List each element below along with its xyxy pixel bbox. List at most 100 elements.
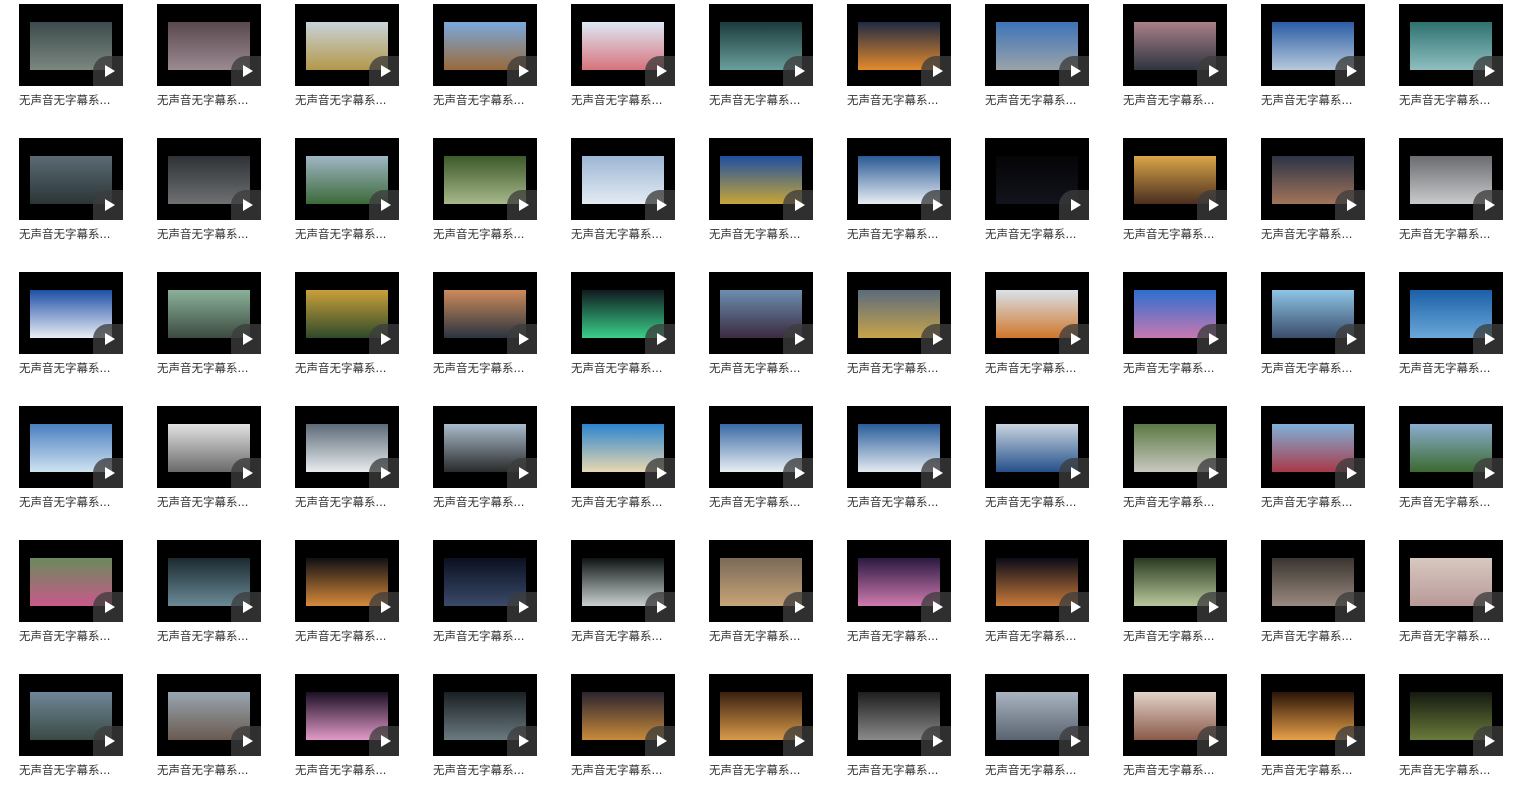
video-caption[interactable]: 无声音无字幕系... xyxy=(1399,225,1515,243)
video-tile[interactable]: 无声音无字幕系... xyxy=(1380,0,1518,128)
play-icon[interactable] xyxy=(1059,592,1089,622)
video-caption[interactable]: 无声音无字幕系... xyxy=(985,627,1101,645)
video-caption[interactable]: 无声音无字幕系... xyxy=(295,359,411,377)
video-caption[interactable]: 无声音无字幕系... xyxy=(1123,91,1239,109)
video-tile[interactable]: 无声音无字幕系... xyxy=(690,0,828,128)
video-thumbnail[interactable] xyxy=(1261,138,1365,220)
video-thumbnail[interactable] xyxy=(157,4,261,86)
video-caption[interactable]: 无声音无字幕系... xyxy=(1123,225,1239,243)
play-icon[interactable] xyxy=(1335,726,1365,756)
video-tile[interactable]: 无声音无字幕系... xyxy=(828,0,966,128)
video-tile[interactable]: 无声音无字幕系... xyxy=(276,268,414,396)
play-icon[interactable] xyxy=(507,56,537,86)
video-caption[interactable]: 无声音无字幕系... xyxy=(847,493,963,511)
video-tile[interactable]: 无声音无字幕系... xyxy=(0,670,138,798)
video-thumbnail[interactable] xyxy=(157,406,261,488)
play-icon[interactable] xyxy=(783,458,813,488)
video-thumbnail[interactable] xyxy=(709,406,813,488)
play-icon[interactable] xyxy=(93,56,123,86)
video-caption[interactable]: 无声音无字幕系... xyxy=(157,359,273,377)
video-caption[interactable]: 无声音无字幕系... xyxy=(19,225,135,243)
play-icon[interactable] xyxy=(231,324,261,354)
video-thumbnail[interactable] xyxy=(1123,540,1227,622)
video-tile[interactable]: 无声音无字幕系... xyxy=(1242,268,1380,396)
play-icon[interactable] xyxy=(1197,458,1227,488)
video-tile[interactable]: 无声音无字幕系... xyxy=(690,536,828,664)
video-thumbnail[interactable] xyxy=(433,406,537,488)
play-icon[interactable] xyxy=(1473,190,1503,220)
video-caption[interactable]: 无声音无字幕系... xyxy=(985,493,1101,511)
play-icon[interactable] xyxy=(921,592,951,622)
video-caption[interactable]: 无声音无字幕系... xyxy=(433,761,549,779)
video-thumbnail[interactable] xyxy=(19,674,123,756)
video-caption[interactable]: 无声音无字幕系... xyxy=(19,359,135,377)
play-icon[interactable] xyxy=(93,592,123,622)
video-caption[interactable]: 无声音无字幕系... xyxy=(1123,359,1239,377)
video-caption[interactable]: 无声音无字幕系... xyxy=(1399,91,1515,109)
video-thumbnail[interactable] xyxy=(571,138,675,220)
video-tile[interactable]: 无声音无字幕系... xyxy=(414,0,552,128)
video-caption[interactable]: 无声音无字幕系... xyxy=(157,91,273,109)
play-icon[interactable] xyxy=(1197,190,1227,220)
video-thumbnail[interactable] xyxy=(709,674,813,756)
video-thumbnail[interactable] xyxy=(1399,138,1503,220)
video-tile[interactable]: 无声音无字幕系... xyxy=(276,0,414,128)
video-tile[interactable]: 无声音无字幕系... xyxy=(1380,134,1518,262)
video-thumbnail[interactable] xyxy=(985,674,1089,756)
play-icon[interactable] xyxy=(93,458,123,488)
play-icon[interactable] xyxy=(1197,592,1227,622)
video-tile[interactable]: 无声音无字幕系... xyxy=(552,134,690,262)
video-tile[interactable]: 无声音无字幕系... xyxy=(690,670,828,798)
play-icon[interactable] xyxy=(645,56,675,86)
play-icon[interactable] xyxy=(369,324,399,354)
play-icon[interactable] xyxy=(921,458,951,488)
video-tile[interactable]: 无声音无字幕系... xyxy=(276,536,414,664)
play-icon[interactable] xyxy=(1059,324,1089,354)
play-icon[interactable] xyxy=(369,458,399,488)
play-icon[interactable] xyxy=(369,190,399,220)
video-thumbnail[interactable] xyxy=(571,272,675,354)
video-tile[interactable]: 无声音无字幕系... xyxy=(690,402,828,530)
video-thumbnail[interactable] xyxy=(295,540,399,622)
video-thumbnail[interactable] xyxy=(1123,406,1227,488)
video-caption[interactable]: 无声音无字幕系... xyxy=(709,493,825,511)
video-tile[interactable]: 无声音无字幕系... xyxy=(1104,0,1242,128)
video-thumbnail[interactable] xyxy=(157,138,261,220)
play-icon[interactable] xyxy=(507,458,537,488)
video-thumbnail[interactable] xyxy=(295,674,399,756)
video-caption[interactable]: 无声音无字幕系... xyxy=(295,761,411,779)
video-caption[interactable]: 无声音无字幕系... xyxy=(847,225,963,243)
play-icon[interactable] xyxy=(645,458,675,488)
video-caption[interactable]: 无声音无字幕系... xyxy=(1261,493,1377,511)
video-tile[interactable]: 无声音无字幕系... xyxy=(1380,402,1518,530)
play-icon[interactable] xyxy=(921,190,951,220)
video-caption[interactable]: 无声音无字幕系... xyxy=(1399,493,1515,511)
video-tile[interactable]: 无声音无字幕系... xyxy=(0,536,138,664)
play-icon[interactable] xyxy=(369,56,399,86)
video-thumbnail[interactable] xyxy=(571,406,675,488)
video-tile[interactable]: 无声音无字幕系... xyxy=(1380,536,1518,664)
video-caption[interactable]: 无声音无字幕系... xyxy=(1261,359,1377,377)
play-icon[interactable] xyxy=(507,190,537,220)
video-tile[interactable]: 无声音无字幕系... xyxy=(414,268,552,396)
video-tile[interactable]: 无声音无字幕系... xyxy=(1104,268,1242,396)
video-thumbnail[interactable] xyxy=(433,138,537,220)
video-thumbnail[interactable] xyxy=(1123,138,1227,220)
video-tile[interactable]: 无声音无字幕系... xyxy=(966,536,1104,664)
video-caption[interactable]: 无声音无字幕系... xyxy=(985,225,1101,243)
play-icon[interactable] xyxy=(783,56,813,86)
video-tile[interactable]: 无声音无字幕系... xyxy=(690,134,828,262)
video-thumbnail[interactable] xyxy=(433,4,537,86)
video-caption[interactable]: 无声音无字幕系... xyxy=(19,627,135,645)
video-thumbnail[interactable] xyxy=(709,540,813,622)
video-caption[interactable]: 无声音无字幕系... xyxy=(433,359,549,377)
video-tile[interactable]: 无声音无字幕系... xyxy=(828,268,966,396)
video-caption[interactable]: 无声音无字幕系... xyxy=(709,359,825,377)
video-caption[interactable]: 无声音无字幕系... xyxy=(847,91,963,109)
video-thumbnail[interactable] xyxy=(847,406,951,488)
video-tile[interactable]: 无声音无字幕系... xyxy=(966,0,1104,128)
play-icon[interactable] xyxy=(1335,592,1365,622)
video-caption[interactable]: 无声音无字幕系... xyxy=(709,627,825,645)
video-tile[interactable]: 无声音无字幕系... xyxy=(552,670,690,798)
video-caption[interactable]: 无声音无字幕系... xyxy=(19,761,135,779)
